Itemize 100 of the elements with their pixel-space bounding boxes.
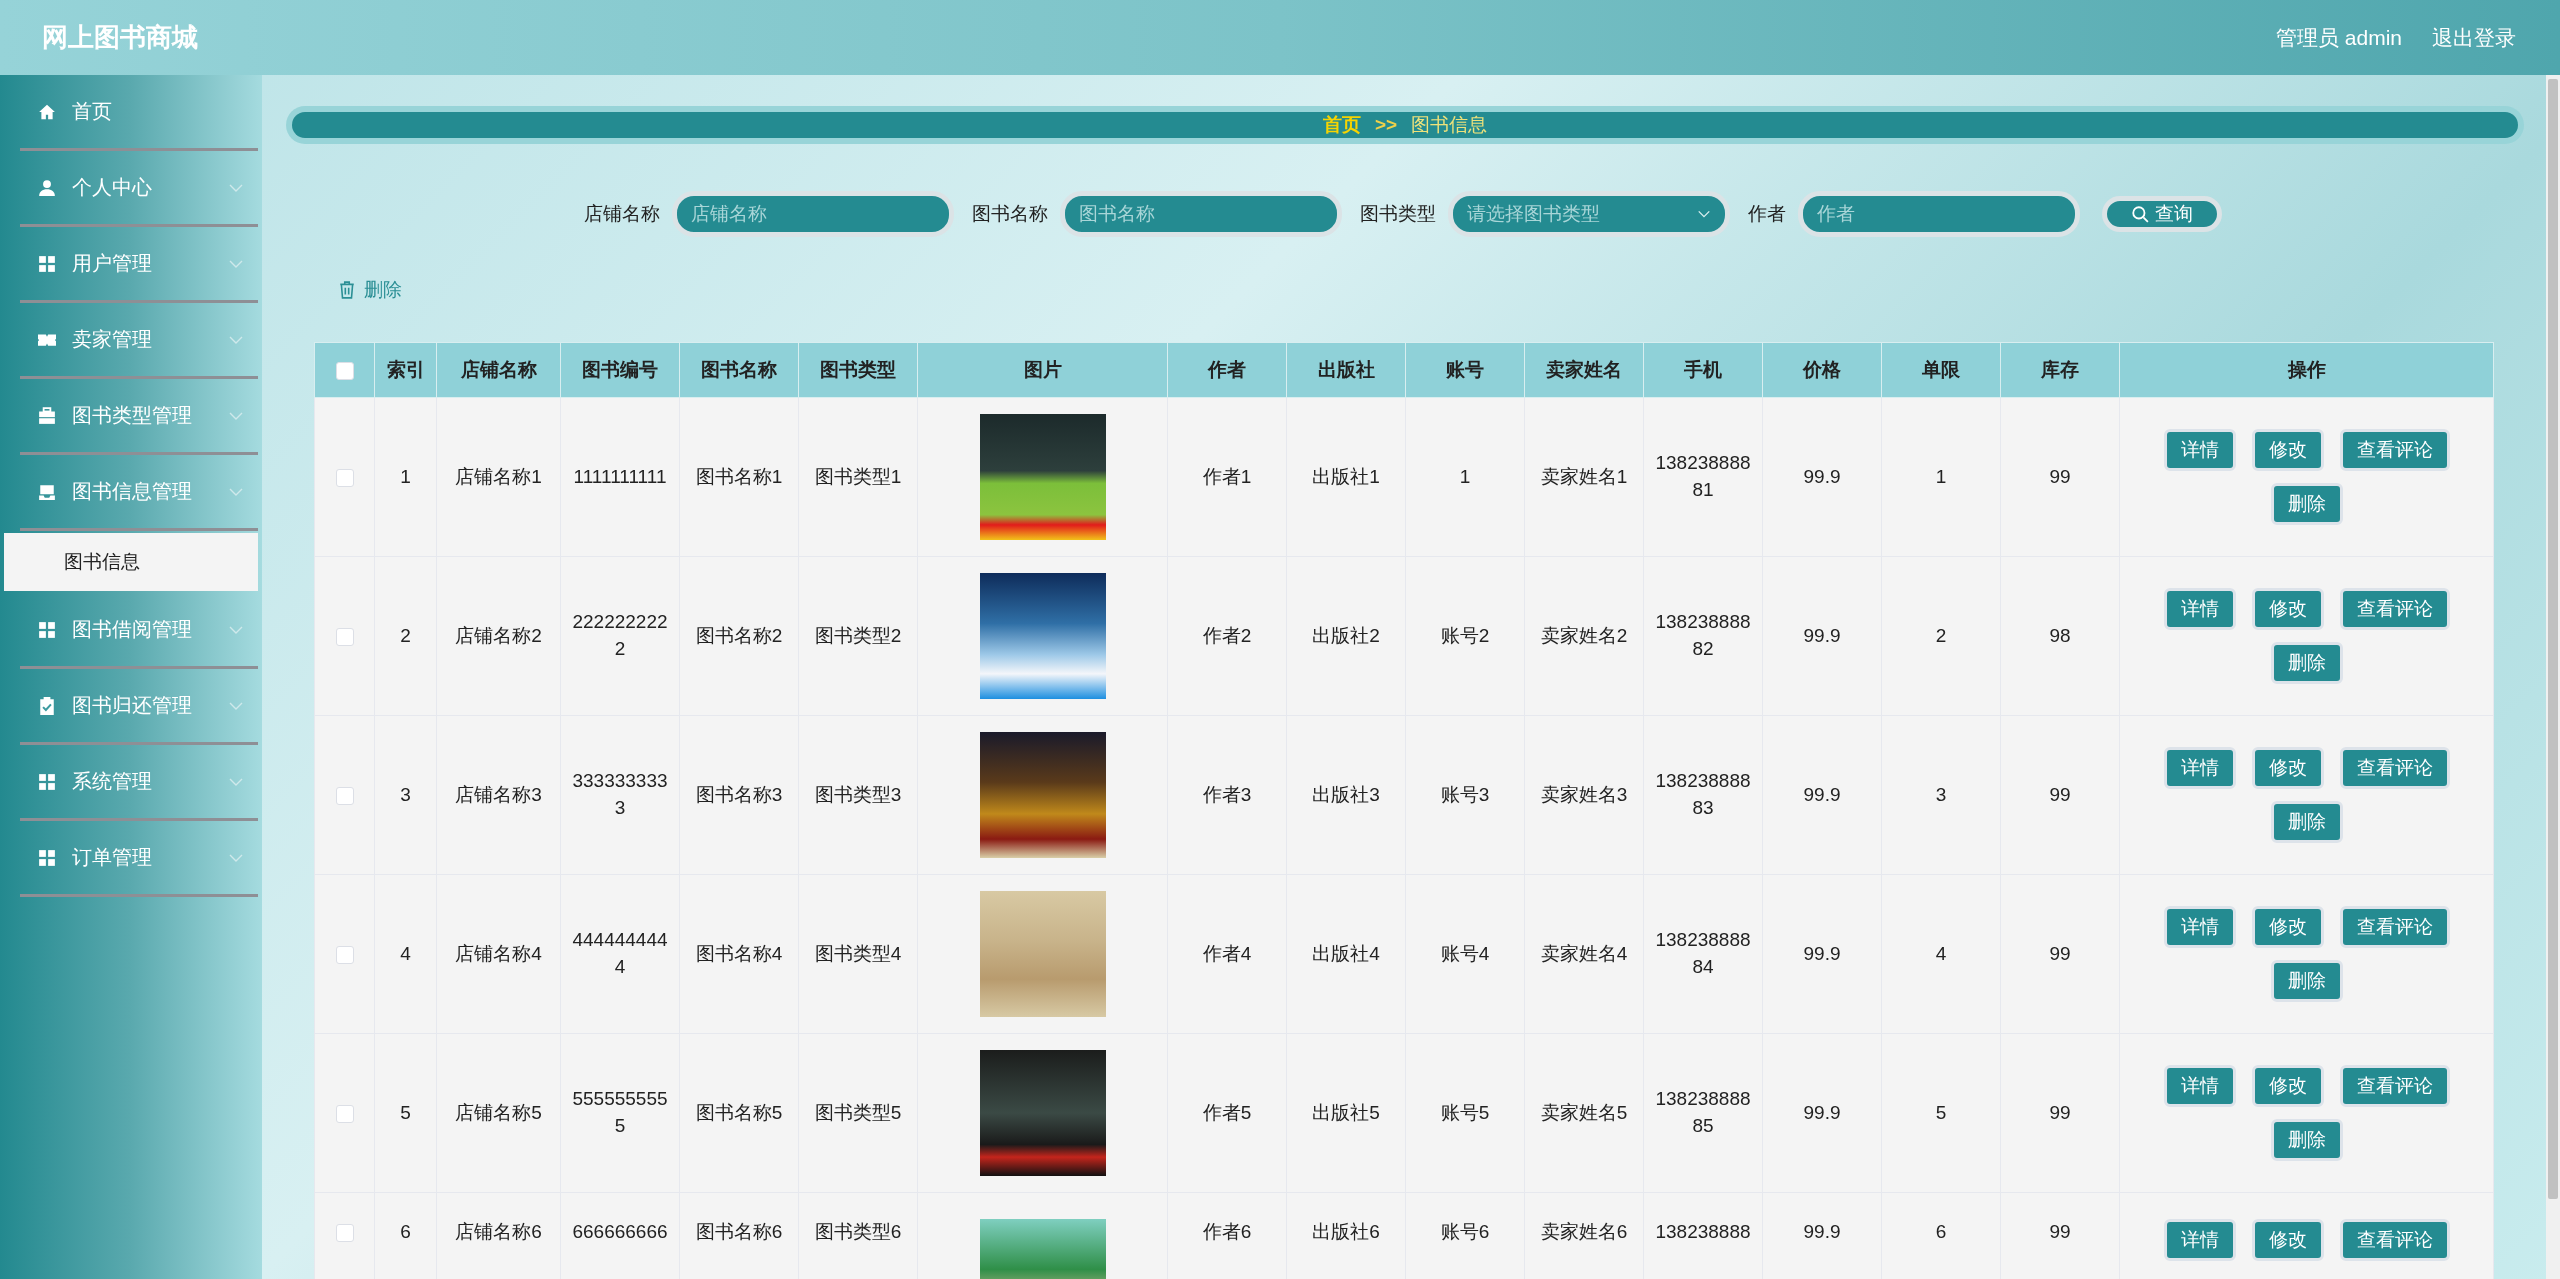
row-action-button[interactable]: 详情 xyxy=(2163,1065,2236,1107)
table-cell: 出版社3 xyxy=(1286,715,1406,875)
column-header: 操作 xyxy=(2119,342,2494,398)
row-action-button[interactable]: 详情 xyxy=(2163,1219,2236,1261)
sidebar-submenu-item[interactable]: 图书信息 xyxy=(4,533,258,591)
column-header: 店铺名称 xyxy=(436,342,561,398)
table-cell: 2222222222 xyxy=(560,556,680,716)
row-checkbox[interactable] xyxy=(335,786,354,805)
row-action-button[interactable]: 删除 xyxy=(2270,801,2343,843)
sidebar-menu-item[interactable]: 用户管理 xyxy=(20,227,258,303)
select-field[interactable]: 请选择图书类型 xyxy=(1448,191,1730,237)
table-cell: 2 xyxy=(1881,556,2001,716)
column-header: 单限 xyxy=(1881,342,2001,398)
column-header: 库存 xyxy=(2000,342,2120,398)
table-cell: 13823888885 xyxy=(1643,1033,1763,1193)
sidebar-menu-item[interactable]: 系统管理 xyxy=(20,745,258,821)
sidebar-menu-item[interactable]: 图书类型管理 xyxy=(20,379,258,455)
search-input-field[interactable]: 作者 xyxy=(1798,191,2080,237)
row-action-button[interactable]: 修改 xyxy=(2251,588,2324,630)
breadcrumb-link[interactable]: 首页 xyxy=(1322,112,1361,138)
table-cell: 账号3 xyxy=(1405,715,1525,875)
table-cell: 卖家姓名4 xyxy=(1524,874,1644,1034)
table-cell: 1 xyxy=(1405,397,1525,557)
row-action-button[interactable]: 详情 xyxy=(2163,747,2236,789)
table-cell: 卖家姓名1 xyxy=(1524,397,1644,557)
row-action-button[interactable]: 查看评论 xyxy=(2339,906,2450,948)
table-cell: 3333333333 xyxy=(560,715,680,875)
table-cell: 作者5 xyxy=(1167,1033,1287,1193)
row-action-button[interactable]: 删除 xyxy=(2270,1119,2343,1161)
briefcase-icon xyxy=(38,406,56,425)
row-checkbox[interactable] xyxy=(335,627,354,646)
logout-link[interactable]: 退出登录 xyxy=(2432,23,2516,52)
table-cell: 13823888883 xyxy=(1643,715,1763,875)
row-checkbox[interactable] xyxy=(335,468,354,487)
row-action-button[interactable]: 删除 xyxy=(2270,960,2343,1002)
table-cell: 5555555555 xyxy=(560,1033,680,1193)
search-button[interactable]: 查询 xyxy=(2102,196,2222,232)
admin-username: 管理员 admin xyxy=(2275,24,2402,51)
delete-link[interactable]: 删除 xyxy=(338,277,402,303)
table-cell: 3 xyxy=(374,715,437,875)
table-cell: 13823888884 xyxy=(1643,874,1763,1034)
row-action-button[interactable]: 查看评论 xyxy=(2339,1065,2450,1107)
sidebar-menu-item[interactable]: 订单管理 xyxy=(20,821,258,897)
table-cell: 图书类型6 xyxy=(798,1192,918,1279)
row-checkbox[interactable] xyxy=(335,1224,354,1242)
table-cell: 6 xyxy=(374,1192,437,1279)
search-input-field[interactable]: 图书名称 xyxy=(1060,191,1342,237)
table-cell: 图书名称3 xyxy=(679,715,799,875)
table-cell: 3 xyxy=(1881,715,2001,875)
table-cell: 店铺名称3 xyxy=(436,715,561,875)
table-cell: 1 xyxy=(1881,397,2001,557)
sidebar-menu-item[interactable]: 卖家管理 xyxy=(20,303,258,379)
row-action-button[interactable]: 查看评论 xyxy=(2339,747,2450,789)
table-cell: 666666666 xyxy=(560,1192,680,1279)
table-cell: 图书类型2 xyxy=(798,556,918,716)
sidebar-menu-item[interactable]: 图书归还管理 xyxy=(20,669,258,745)
table-cell: 出版社1 xyxy=(1286,397,1406,557)
row-action-button[interactable]: 删除 xyxy=(2270,483,2343,525)
table-cell: 图书名称1 xyxy=(679,397,799,557)
column-header: 出版社 xyxy=(1286,342,1406,398)
row-checkbox[interactable] xyxy=(335,945,354,964)
table-cell: 店铺名称2 xyxy=(436,556,561,716)
row-action-button[interactable]: 修改 xyxy=(2251,1065,2324,1107)
table-cell: 图书名称2 xyxy=(679,556,799,716)
row-checkbox[interactable] xyxy=(335,1104,354,1123)
sidebar-menu-item[interactable]: 个人中心 xyxy=(20,151,258,227)
grid-icon xyxy=(38,620,56,639)
table-cell: 卖家姓名5 xyxy=(1524,1033,1644,1193)
row-action-button[interactable]: 修改 xyxy=(2251,747,2324,789)
column-header: 索引 xyxy=(374,342,437,398)
row-action-button[interactable]: 修改 xyxy=(2251,429,2324,471)
table-cell: 图书类型1 xyxy=(798,397,918,557)
table-cell: 作者3 xyxy=(1167,715,1287,875)
row-action-button[interactable]: 修改 xyxy=(2251,906,2324,948)
row-action-button[interactable]: 详情 xyxy=(2163,906,2236,948)
table-cell: 作者1 xyxy=(1167,397,1287,557)
field-label: 店铺名称 xyxy=(584,202,660,226)
row-action-button[interactable]: 查看评论 xyxy=(2339,1219,2450,1261)
row-action-button[interactable]: 查看评论 xyxy=(2339,588,2450,630)
grid-icon xyxy=(38,772,56,791)
table-cell: 图书名称6 xyxy=(679,1192,799,1279)
column-header: 手机 xyxy=(1643,342,1763,398)
row-action-button[interactable]: 删除 xyxy=(2270,642,2343,684)
table-cell: 图书类型4 xyxy=(798,874,918,1034)
column-header: 图片 xyxy=(917,342,1168,398)
row-action-button[interactable]: 修改 xyxy=(2251,1219,2324,1261)
home-icon xyxy=(38,102,56,121)
sidebar-menu-item[interactable]: 图书借阅管理 xyxy=(20,593,258,669)
select-all-checkbox[interactable] xyxy=(335,362,354,380)
breadcrumb-separator: >> xyxy=(1374,114,1398,136)
table-cell: 5 xyxy=(374,1033,437,1193)
search-input-field[interactable]: 店铺名称 xyxy=(672,191,954,237)
row-action-button[interactable]: 查看评论 xyxy=(2339,429,2450,471)
sidebar-menu-item[interactable]: 首页 xyxy=(20,75,258,151)
table-cell: 作者4 xyxy=(1167,874,1287,1034)
row-action-button[interactable]: 详情 xyxy=(2163,588,2236,630)
table-cell: 作者6 xyxy=(1167,1192,1287,1279)
search-icon xyxy=(2131,205,2149,223)
table-cell: 99.9 xyxy=(1762,1192,1882,1279)
row-action-button[interactable]: 详情 xyxy=(2163,429,2236,471)
